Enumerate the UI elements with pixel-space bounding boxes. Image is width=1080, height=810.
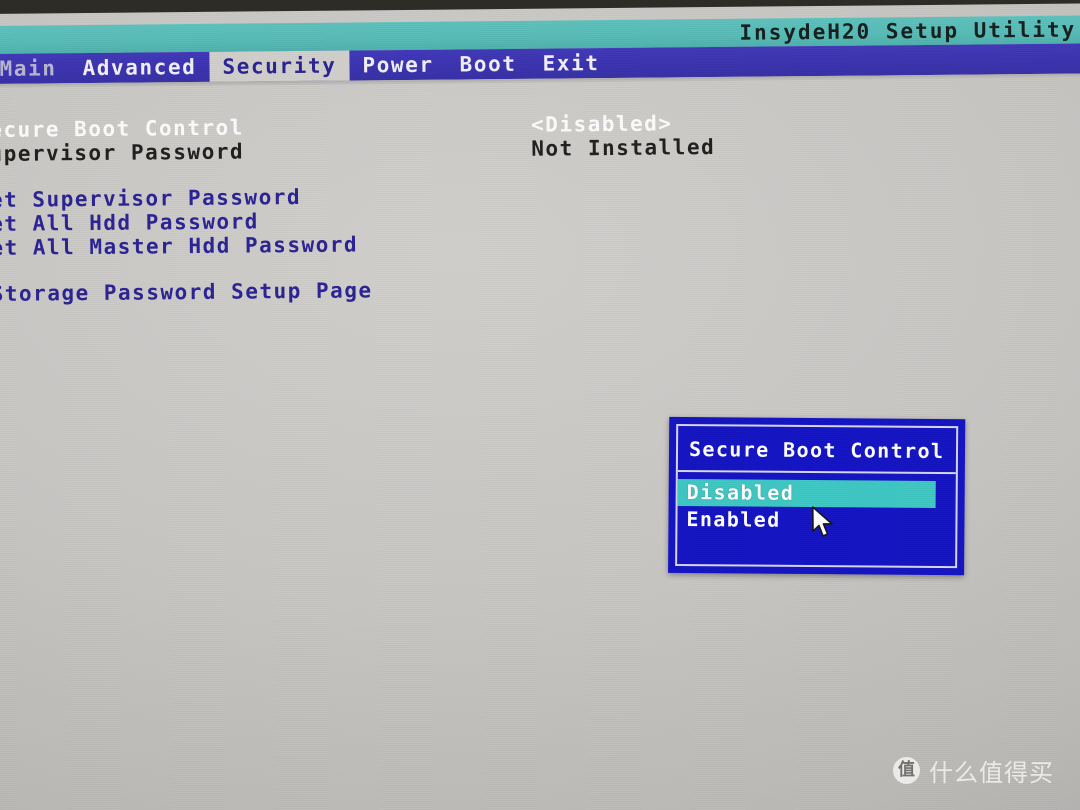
tab-security[interactable]: Security bbox=[209, 50, 350, 82]
secure-boot-control-dialog[interactable]: Secure Boot Control Disabled Enabled bbox=[668, 416, 966, 576]
dialog-title: Secure Boot Control bbox=[677, 425, 957, 475]
tab-main[interactable]: Main bbox=[0, 53, 70, 84]
lcd-panel: InsydeH20 Setup Utility Main Advanced Se… bbox=[0, 3, 1080, 810]
dialog-option-list: Disabled Enabled bbox=[677, 474, 956, 566]
supervisor-password-value: Not Installed bbox=[531, 135, 716, 161]
tab-advanced[interactable]: Advanced bbox=[69, 52, 209, 83]
tab-power[interactable]: Power bbox=[349, 50, 447, 81]
page-title: InsydeH20 Setup Utility bbox=[739, 17, 1077, 45]
set-supervisor-password-label: Set Supervisor Password bbox=[0, 184, 302, 213]
dialog-frame: Secure Boot Control Disabled Enabled bbox=[675, 423, 959, 569]
tab-boot[interactable]: Boot bbox=[446, 49, 529, 80]
supervisor-password-label: Supervisor Password bbox=[0, 139, 245, 167]
watermark-text: 什么值得买 bbox=[929, 759, 1054, 787]
watermark-logo-icon: 值 bbox=[893, 757, 920, 784]
secure-boot-control-label: Secure Boot Control bbox=[0, 115, 244, 143]
secure-boot-control-value[interactable]: <Disabled> bbox=[531, 111, 673, 136]
bios-setup-screenshot: InsydeH20 Setup Utility Main Advanced Se… bbox=[0, 0, 1080, 810]
set-all-master-hdd-password-label: Set All Master Hdd Password bbox=[0, 232, 359, 261]
dialog-option-disabled[interactable]: Disabled bbox=[677, 478, 936, 508]
dialog-option-enabled[interactable]: Enabled bbox=[677, 506, 955, 535]
tab-exit[interactable]: Exit bbox=[529, 48, 612, 79]
settings-list: Secure Boot Control <Disabled> Superviso… bbox=[0, 108, 1027, 306]
storage-password-setup-page-label: Storage Password Setup Page bbox=[0, 278, 373, 306]
set-all-hdd-password-label: Set All Hdd Password bbox=[0, 209, 259, 237]
watermark: 值 什么值得买 bbox=[893, 753, 1054, 788]
